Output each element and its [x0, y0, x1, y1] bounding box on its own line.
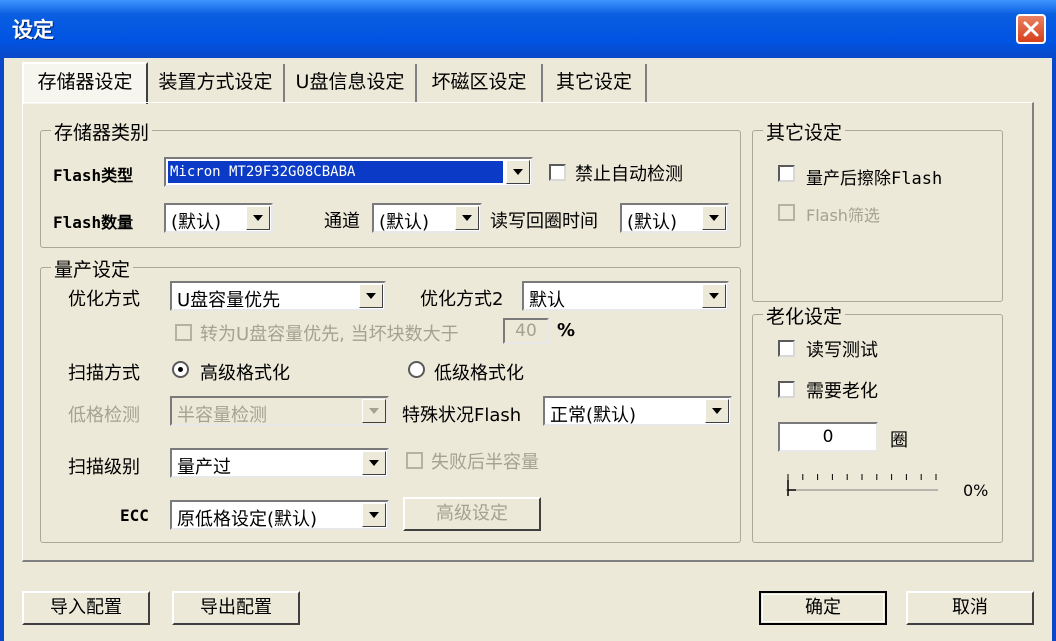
chevron-down-icon[interactable]: [455, 206, 479, 230]
chevron-down-icon[interactable]: [702, 206, 726, 230]
switch-capacity-checkbox[interactable]: [175, 324, 192, 341]
chevron-down-icon[interactable]: [246, 206, 270, 230]
memory-type-legend: 存储器类别: [51, 118, 153, 145]
window-frame-left: [0, 58, 4, 641]
disable-auto-detect-checkbox[interactable]: [549, 164, 566, 181]
bad-block-threshold-input[interactable]: 40: [503, 318, 549, 344]
aging-legend: 老化设定: [763, 302, 846, 329]
tab-other[interactable]: 其它设定: [543, 64, 647, 102]
opt-method-value: U盘容量优先: [177, 290, 281, 311]
opt-method2-select[interactable]: 默认: [522, 281, 729, 311]
aging-cycles-input[interactable]: 0: [778, 422, 878, 452]
scan-level-label: 扫描级别: [68, 457, 140, 478]
chevron-down-icon[interactable]: [506, 160, 530, 184]
rw-loop-value: (默认): [627, 212, 678, 233]
flash-filter-checkbox[interactable]: [778, 204, 795, 221]
erase-flash-checkbox[interactable]: [778, 165, 795, 182]
tab-memory[interactable]: 存储器设定: [22, 62, 148, 104]
advanced-settings-button[interactable]: 高级设定: [403, 497, 541, 531]
window-title: 设定: [12, 18, 54, 42]
progress-percent-label: 0%: [963, 481, 989, 500]
aging-progress-slider[interactable]: [776, 468, 942, 508]
cancel-button[interactable]: 取消: [906, 591, 1034, 625]
erase-flash-label: 量产后擦除Flash: [806, 169, 943, 189]
scan-high-radio[interactable]: [172, 361, 189, 378]
close-button[interactable]: [1016, 14, 1046, 44]
tab-device-mode[interactable]: 装置方式设定: [148, 64, 285, 102]
import-config-button[interactable]: 导入配置: [22, 591, 150, 625]
disable-auto-detect-label: 禁止自动检测: [575, 164, 683, 185]
flash-type-select[interactable]: Micron MT29F32G08CBABA: [164, 157, 533, 187]
channel-value: (默认): [379, 212, 430, 233]
special-flash-value: 正常(默认): [550, 405, 637, 426]
scan-level-value: 量产过: [177, 457, 231, 478]
cycles-unit-label: 圈: [890, 430, 908, 451]
chevron-down-icon[interactable]: [359, 284, 383, 308]
flash-type-label: Flash类型: [53, 166, 134, 185]
low-check-select[interactable]: 半容量检测: [170, 396, 389, 426]
slider-thumb[interactable]: [787, 480, 796, 496]
tab-bad-block[interactable]: 坏磁区设定: [417, 64, 543, 102]
tab-udisk-info[interactable]: U盘信息设定: [285, 64, 417, 102]
export-config-button[interactable]: 导出配置: [172, 591, 300, 625]
opt-method-select[interactable]: U盘容量优先: [170, 281, 386, 311]
half-capacity-checkbox[interactable]: [406, 452, 423, 469]
scan-high-label: 高级格式化: [200, 363, 290, 384]
threshold-unit: %: [557, 320, 576, 341]
ecc-value: 原低格设定(默认): [177, 509, 318, 530]
rw-test-checkbox[interactable]: [778, 340, 795, 357]
opt-method-label: 优化方式: [68, 289, 140, 310]
half-capacity-label: 失败后半容量: [431, 452, 539, 473]
opt-method2-value: 默认: [529, 290, 565, 311]
opt-method2-label: 优化方式2: [420, 289, 504, 310]
scan-method-label: 扫描方式: [68, 363, 140, 384]
channel-select[interactable]: (默认): [372, 203, 482, 233]
flash-type-value: Micron MT29F32G08CBABA: [168, 161, 503, 183]
flash-filter-label: Flash筛选: [806, 206, 880, 225]
need-aging-label: 需要老化: [806, 381, 878, 402]
ecc-select[interactable]: 原低格设定(默认): [170, 500, 389, 530]
need-aging-checkbox[interactable]: [778, 381, 795, 398]
chevron-down-icon[interactable]: [362, 399, 386, 423]
rw-loop-select[interactable]: (默认): [620, 203, 729, 233]
low-check-value: 半容量检测: [177, 405, 267, 426]
rw-test-label: 读写测试: [806, 340, 878, 361]
production-legend: 量产设定: [51, 255, 134, 282]
switch-capacity-label: 转为U盘容量优先, 当坏块数大于: [200, 324, 459, 345]
chevron-down-icon[interactable]: [705, 399, 729, 423]
scan-low-label: 低级格式化: [434, 363, 524, 384]
scan-level-select[interactable]: 量产过: [170, 448, 389, 478]
close-icon: [1023, 21, 1039, 37]
ok-button[interactable]: 确定: [759, 591, 887, 625]
flash-count-value: (默认): [171, 212, 222, 233]
title-bar[interactable]: 设定: [0, 0, 1056, 58]
low-check-label: 低格检测: [68, 405, 140, 426]
flash-count-select[interactable]: (默认): [164, 203, 273, 233]
chevron-down-icon[interactable]: [702, 284, 726, 308]
chevron-down-icon[interactable]: [362, 451, 386, 475]
channel-label: 通道: [324, 211, 360, 232]
rw-loop-label: 读写回圈时间: [490, 211, 598, 232]
window-frame-right: [1052, 58, 1056, 641]
slider-ticks: [787, 474, 937, 480]
flash-count-label: Flash数量: [53, 213, 134, 232]
ecc-label: ECC: [120, 506, 149, 525]
special-flash-select[interactable]: 正常(默认): [543, 396, 732, 426]
special-flash-label: 特殊状况Flash: [402, 405, 522, 426]
chevron-down-icon[interactable]: [362, 503, 386, 527]
scan-low-radio[interactable]: [408, 361, 425, 378]
other-settings-legend: 其它设定: [763, 118, 846, 145]
